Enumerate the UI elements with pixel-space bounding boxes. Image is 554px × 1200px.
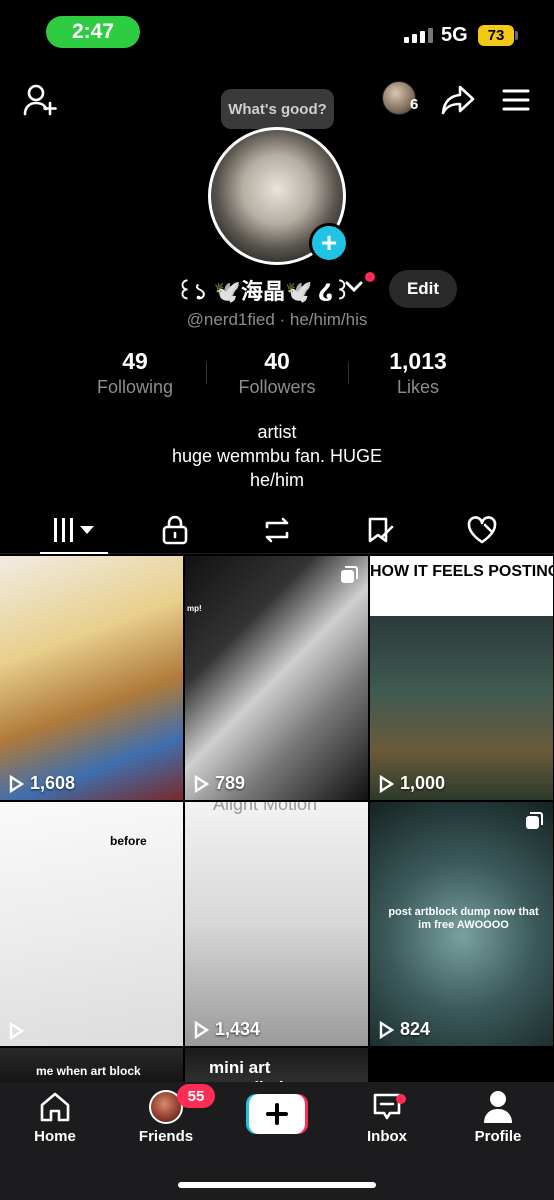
- multi-photo-icon: [526, 812, 543, 829]
- play-icon: [9, 774, 24, 793]
- stat-followers-value: 40: [264, 348, 290, 374]
- view-count: [8, 1022, 30, 1040]
- tab-favorites[interactable]: [350, 510, 410, 550]
- video-tile[interactable]: Alight Motion 1,434: [185, 802, 368, 1046]
- profile-tabs: [0, 506, 554, 554]
- view-count: 1,434: [193, 1019, 260, 1040]
- repost-icon: [265, 517, 289, 543]
- play-icon: [379, 774, 394, 793]
- nav-profile-label: Profile: [474, 1128, 522, 1145]
- view-count-value: 1,608: [30, 773, 76, 793]
- stat-likes-value: 1,013: [389, 348, 447, 374]
- play-icon: [379, 1020, 394, 1039]
- play-icon: [194, 1020, 209, 1039]
- bio-line: artist: [257, 422, 297, 442]
- stat-followers[interactable]: 40 Followers: [207, 348, 347, 398]
- share-icon[interactable]: [438, 80, 478, 120]
- stat-following-label: Following: [96, 377, 174, 397]
- tab-videos[interactable]: [44, 510, 104, 550]
- battery-tip: [515, 31, 518, 40]
- multi-photo-icon: [341, 566, 358, 583]
- video-tile[interactable]: post artblock dump now that im free AWOO…: [370, 802, 553, 1046]
- friends-badge: 55: [177, 1084, 215, 1108]
- bio: artist huge wemmbu fan. HUGE he/him: [0, 420, 554, 492]
- play-icon: [194, 774, 209, 793]
- view-count: 1,608: [8, 773, 75, 794]
- tab-private[interactable]: [145, 510, 205, 550]
- inbox-notification-dot: [396, 1094, 406, 1104]
- view-count-value: 789: [215, 773, 246, 793]
- video-caption: mp!: [187, 604, 202, 613]
- status-time: 2:47: [46, 16, 140, 48]
- video-caption: me when art block: [36, 1064, 141, 1078]
- videos-icon: [54, 518, 94, 542]
- view-count: 789: [193, 773, 245, 794]
- stat-likes-label: Likes: [396, 377, 440, 397]
- nav-friends[interactable]: 55 Friends: [121, 1084, 215, 1145]
- video-tile[interactable]: 1,608: [0, 556, 183, 800]
- home-icon: [40, 1092, 70, 1122]
- nav-friends-label: Friends: [138, 1128, 194, 1145]
- network-type: 5G: [441, 24, 468, 46]
- profile-viewers-count[interactable]: 6: [410, 96, 418, 113]
- video-tile[interactable]: mp! 789: [185, 556, 368, 800]
- view-count: 1,000: [378, 773, 445, 794]
- bio-line: huge wemmbu fan. HUGE: [171, 446, 383, 466]
- video-caption: HOW IT FEELS POSTING AGAIN AFTER A LONG …: [370, 563, 553, 580]
- profile-icon: [484, 1091, 512, 1123]
- note-tooltip[interactable]: What's good?: [221, 89, 334, 129]
- edit-profile-button[interactable]: Edit: [389, 270, 457, 308]
- home-indicator: [178, 1182, 376, 1188]
- tab-reposts[interactable]: [247, 510, 307, 550]
- liked-icon: [467, 516, 497, 544]
- active-tab-indicator: [40, 552, 108, 554]
- bio-line: he/him: [249, 470, 305, 490]
- video-caption: before: [110, 834, 147, 848]
- status-bar: 2:47 5G 73: [0, 0, 554, 64]
- lock-icon: [162, 515, 188, 545]
- video-tile[interactable]: HOW IT FEELS POSTING AGAIN AFTER A LONG …: [370, 556, 553, 800]
- favorites-icon: [368, 517, 394, 543]
- tab-liked[interactable]: [452, 510, 512, 550]
- nav-home[interactable]: Home: [10, 1090, 100, 1145]
- view-count: 824: [378, 1019, 430, 1040]
- video-caption: post artblock dump now that im free AWOO…: [388, 906, 539, 931]
- stat-following[interactable]: 49 Following: [65, 348, 205, 398]
- nav-inbox[interactable]: Inbox: [342, 1090, 432, 1145]
- view-count-value: 1,000: [400, 773, 446, 793]
- nav-inbox-label: Inbox: [367, 1128, 407, 1145]
- video-tile[interactable]: before: [0, 802, 183, 1046]
- play-icon: [9, 1022, 24, 1040]
- stat-likes[interactable]: 1,013 Likes: [348, 348, 488, 398]
- add-story-plus-icon[interactable]: +: [309, 223, 349, 263]
- view-count-value: 1,434: [215, 1019, 261, 1039]
- nav-profile[interactable]: Profile: [453, 1090, 543, 1145]
- signal-icon: [404, 28, 433, 43]
- display-name[interactable]: ꒰১ 🕊️海晶🕊️ ໒꒱: [176, 274, 351, 312]
- nav-home-label: Home: [34, 1128, 76, 1145]
- stat-followers-label: Followers: [238, 377, 316, 397]
- video-caption: Alight Motion: [213, 802, 318, 814]
- menu-icon[interactable]: [496, 82, 536, 118]
- view-count-value: 824: [400, 1019, 431, 1039]
- stat-following-value: 49: [122, 348, 148, 374]
- notification-dot: [365, 272, 375, 282]
- battery-icon: 73: [478, 25, 514, 46]
- create-plus-icon[interactable]: [246, 1094, 308, 1134]
- chevron-down-icon[interactable]: [345, 280, 363, 298]
- username-pronouns: @nerd1fied · he/him/his: [186, 310, 368, 329]
- add-friend-icon[interactable]: [20, 80, 60, 120]
